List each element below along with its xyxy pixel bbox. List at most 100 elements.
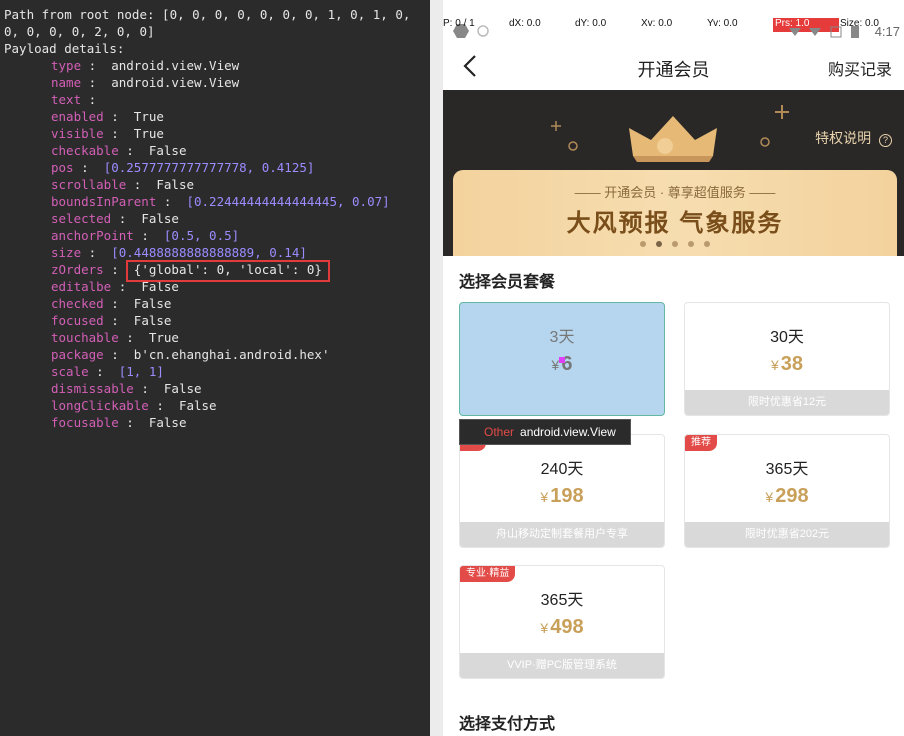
help-icon: ? xyxy=(879,134,892,147)
carousel-dot[interactable] xyxy=(704,241,710,247)
payload-value: [1, 1] xyxy=(118,364,164,379)
payload-row: focusable : False xyxy=(51,414,186,431)
status-bar: P: 0 / 1 dX: 0.0 dY: 0.0 Xv: 0.0 Yv: 0.0… xyxy=(443,0,904,42)
payload-key: dismissable xyxy=(51,381,134,396)
debug-dy: dY: 0.0 xyxy=(575,18,607,29)
crown-icon xyxy=(551,105,789,162)
package-card-365d[interactable]: 推荐 365天 ¥298 限时优惠省202元 xyxy=(684,434,890,548)
payload-row: scrollable : False xyxy=(51,176,194,193)
payload-row: checked : False xyxy=(51,295,171,312)
payload-sep: : xyxy=(81,245,112,260)
touch-point-marker xyxy=(559,357,565,363)
payload-row: visible : True xyxy=(51,125,164,142)
signal-battery-icons xyxy=(789,26,859,38)
package-price: ¥38 xyxy=(770,353,804,375)
debug-dx: dX: 0.0 xyxy=(509,18,541,29)
debug-xv: Xv: 0.0 xyxy=(641,18,673,29)
recommend-tag: 推荐 xyxy=(685,435,717,451)
top-bar: 开通会员 购买记录 xyxy=(443,42,904,90)
payload-key: text xyxy=(51,92,82,107)
payload-sep: : xyxy=(103,296,134,311)
package-note: 舟山移动定制套餐用户专享 xyxy=(460,522,664,547)
carousel-dot[interactable] xyxy=(640,241,646,247)
payload-value: android.view.View xyxy=(111,75,240,90)
payload-key: checked xyxy=(51,296,104,311)
package-card-240d[interactable]: 240天 ¥198 舟山移动定制套餐用户专享 xyxy=(459,434,665,548)
payload-key: boundsInParent xyxy=(51,194,157,209)
payload-key: zOrders xyxy=(51,262,104,277)
payload-sep: : xyxy=(118,143,149,158)
package-card-30d[interactable]: 30天 ¥38 限时优惠省12元 xyxy=(684,302,890,416)
payload-sep: : xyxy=(118,330,149,345)
payload-value: False xyxy=(156,177,195,192)
payload-row: package : b'cn.ehanghai.android.hex' xyxy=(51,346,329,363)
payload-value: False xyxy=(163,381,202,396)
payload-header: Payload details: xyxy=(4,41,125,56)
package-days: 365天 xyxy=(540,592,584,609)
payload-row: boundsInParent : [0.22444444444444445, 0… xyxy=(51,193,390,210)
payload-row: size : [0.4488888888888889, 0.14] xyxy=(51,244,307,261)
privilege-label: 特权说明 xyxy=(815,130,872,146)
path-line-2: 0, 0, 0, 0, 2, 0, 0] xyxy=(4,24,155,39)
payload-key: pos xyxy=(51,160,74,175)
payload-sep: : xyxy=(118,415,149,430)
payload-key: anchorPoint xyxy=(51,228,134,243)
payload-value: False xyxy=(141,211,179,226)
payload-value: False xyxy=(178,398,217,413)
inspector-tooltip: Other android.view.View xyxy=(459,419,631,445)
payload-key: scale xyxy=(51,364,89,379)
carousel-dot[interactable] xyxy=(672,241,678,247)
package-days: 30天 xyxy=(770,329,804,346)
payload-value: True xyxy=(133,126,164,141)
payload-value: [0.4488888888888889, 0.14] xyxy=(111,245,307,260)
purchase-record-button[interactable]: 购买记录 xyxy=(828,56,892,80)
payload-key: editalbe xyxy=(51,279,112,294)
payload-row: scale : [1, 1] xyxy=(51,363,164,380)
tooltip-label: android.view.View xyxy=(520,425,616,439)
vip-banner: 特权说明 ? —— 开通会员 · 尊享超值服务 —— 大风预报 气象服务 xyxy=(443,90,904,256)
package-section-title: 选择会员套餐 xyxy=(459,274,556,291)
pro-tag: 专业·精益 xyxy=(460,566,516,582)
privilege-info-link[interactable]: 特权说明 ? xyxy=(815,128,892,148)
package-days: 3天 xyxy=(549,329,575,346)
payload-sep: : xyxy=(103,109,134,124)
payload-value: False xyxy=(148,415,187,430)
package-note: VVIP·赠PC版管理系统 xyxy=(460,653,664,678)
payload-row: pos : [0.2577777777777778, 0.4125] xyxy=(51,159,314,176)
payload-sep: : xyxy=(81,75,112,90)
payload-key: focused xyxy=(51,313,104,328)
payload-sep: : xyxy=(81,58,112,73)
package-note: 限时优惠省202元 xyxy=(685,522,889,547)
payload-key: size xyxy=(51,245,82,260)
carousel-dot-active[interactable] xyxy=(656,241,662,247)
payload-key: name xyxy=(51,75,82,90)
payload-value: b'cn.ehanghai.android.hex' xyxy=(133,347,330,362)
package-price: ¥298 xyxy=(765,485,809,507)
payload-row: longClickable : False xyxy=(51,397,217,414)
payload-value: True xyxy=(148,330,179,345)
payload-key: enabled xyxy=(51,109,104,124)
payload-sep: : xyxy=(103,347,134,362)
payload-sep: : xyxy=(73,160,104,175)
payload-key: focusable xyxy=(51,415,119,430)
carousel-dot[interactable] xyxy=(688,241,694,247)
payload-value: False xyxy=(148,143,187,158)
tooltip-kind: Other xyxy=(484,425,515,439)
payload-row: type : android.view.View xyxy=(51,57,239,74)
payload-sep: : xyxy=(156,194,187,209)
banner-headline: 大风预报 气象服务 xyxy=(566,210,784,237)
payload-key: visible xyxy=(51,126,104,141)
package-days: 365天 xyxy=(765,461,809,478)
package-price: ¥198 xyxy=(540,485,584,507)
payload-row: dismissable : False xyxy=(51,380,202,397)
payload-key: touchable xyxy=(51,330,119,345)
package-card-365d-pro[interactable]: 专业·精益 365天 ¥498 VVIP·赠PC版管理系统 xyxy=(459,565,665,679)
payload-row: name : android.view.View xyxy=(51,74,239,91)
payload-row: enabled : True xyxy=(51,108,164,125)
path-line-1: Path from root node: [0, 0, 0, 0, 0, 0, … xyxy=(4,7,411,22)
pane-divider xyxy=(430,0,443,736)
payload-sep: : xyxy=(88,364,119,379)
package-days: 240天 xyxy=(540,461,584,478)
payload-sep: : xyxy=(133,228,164,243)
payload-value: [0.5, 0.5] xyxy=(163,228,240,243)
